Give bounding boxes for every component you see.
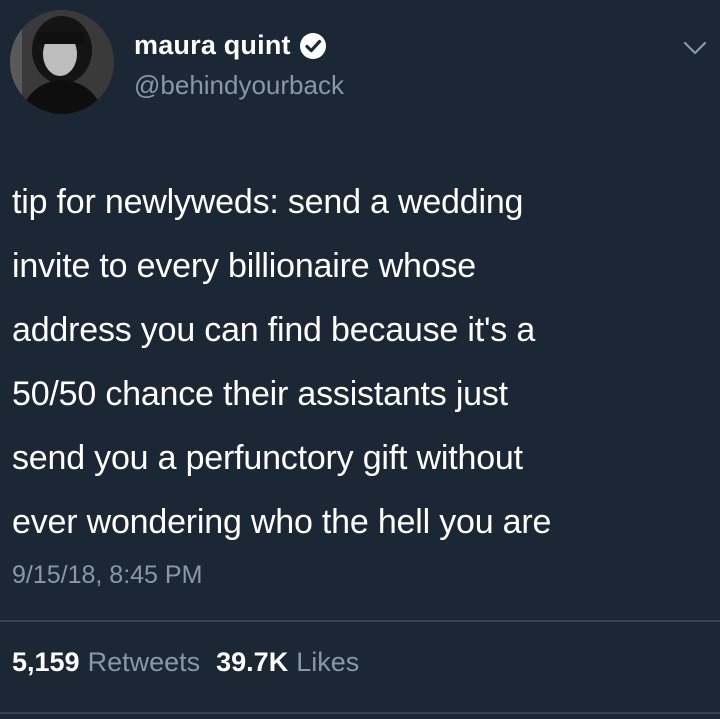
- likes-count: 39.7K: [216, 647, 289, 677]
- tweet-text-line: invite to every billionaire whose: [12, 247, 476, 285]
- tweet-text-line: send you a perfunctory gift without: [12, 439, 523, 477]
- tweet-text-line: 50/50 chance their assistants just: [12, 375, 508, 413]
- tweet-card: maura quint @behindyourback tip for newl…: [0, 0, 720, 719]
- likes-stat[interactable]: 39.7K Likes: [216, 647, 359, 678]
- retweets-stat[interactable]: 5,159 Retweets: [12, 647, 200, 678]
- author-handle[interactable]: @behindyourback: [134, 70, 344, 101]
- likes-label: Likes: [296, 647, 360, 677]
- tweet-text-line: address you can find because it's a: [12, 311, 536, 349]
- author-name-row[interactable]: maura quint: [134, 30, 327, 61]
- verified-badge-icon: [299, 32, 327, 60]
- avatar-image: [10, 10, 114, 114]
- author-display-name[interactable]: maura quint: [134, 30, 291, 61]
- tweet-text-line: tip for newlyweds: send a wedding: [12, 183, 524, 221]
- tweet-text: tip for newlyweds: send a wedding invite…: [12, 170, 712, 554]
- divider: [0, 712, 720, 714]
- avatar[interactable]: [10, 10, 114, 114]
- retweets-label: Retweets: [87, 647, 201, 677]
- retweets-count: 5,159: [12, 647, 80, 677]
- tweet-timestamp[interactable]: 9/15/18, 8:45 PM: [12, 561, 202, 590]
- divider: [0, 620, 720, 622]
- chevron-down-icon[interactable]: [682, 38, 708, 58]
- tweet-text-line: ever wondering who the hell you are: [12, 503, 552, 541]
- tweet-stats: 5,159 Retweets 39.7K Likes: [12, 647, 359, 678]
